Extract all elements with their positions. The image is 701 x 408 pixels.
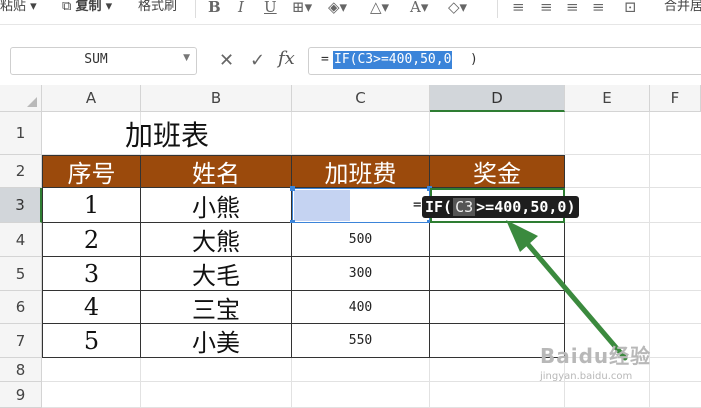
baidu-watermark: Baidu经验 jingyan.baidu.com xyxy=(540,340,665,400)
watermark-brand: Baidu经验 xyxy=(540,344,652,368)
watermark-url: jingyan.baidu.com xyxy=(540,371,633,382)
